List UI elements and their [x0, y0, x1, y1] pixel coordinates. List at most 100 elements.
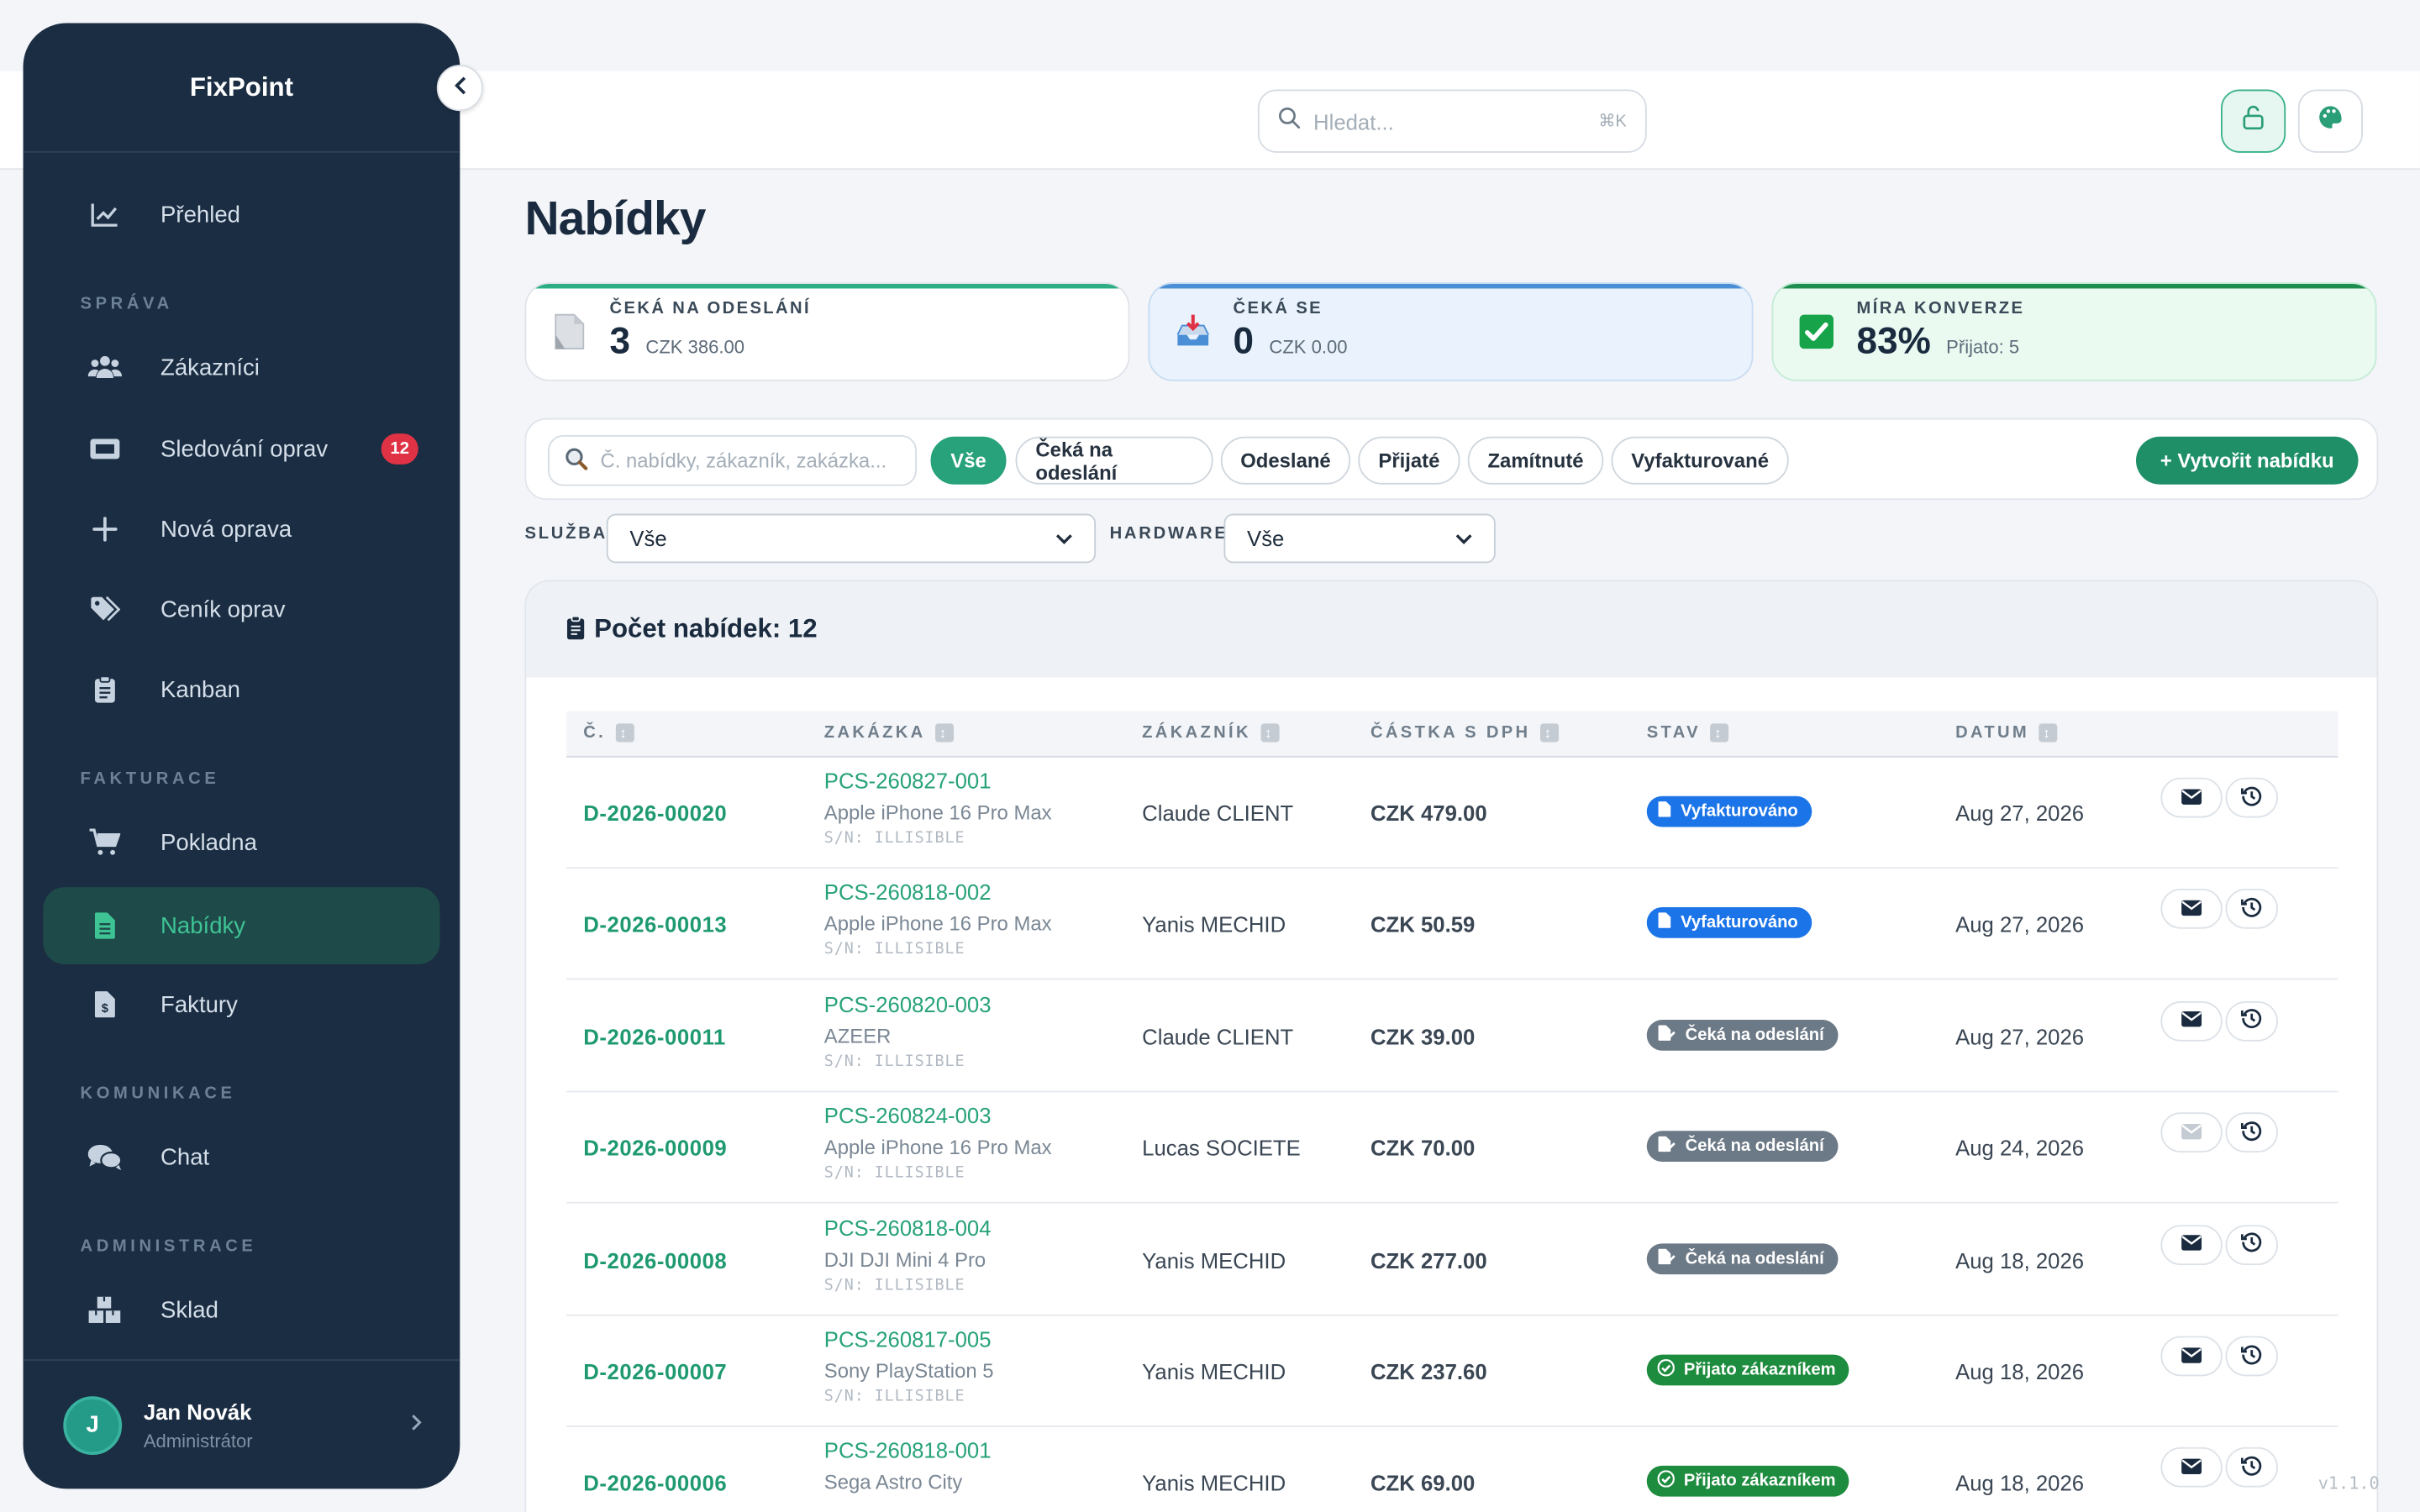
history-button[interactable] [2225, 889, 2278, 930]
job-code-link[interactable]: PCS-260818-004 [824, 1215, 992, 1240]
send-email-button[interactable] [2160, 1336, 2223, 1377]
sidebar-item-label: Chat [160, 1143, 210, 1171]
svg-text:$: $ [102, 1002, 108, 1016]
table-row[interactable]: D-2026-00006 PCS-260818-001 Sega Astro Cit… [566, 1428, 2338, 1512]
send-email-button[interactable] [2160, 1112, 2223, 1153]
quote-search-input[interactable] [600, 449, 916, 473]
quote-number-link[interactable]: D-2026-00009 [583, 1136, 727, 1160]
column-header-number[interactable]: Č. ↕ [583, 723, 634, 743]
sidebar-item-cashier[interactable]: Pokladna [43, 804, 439, 881]
filter-chip-accepted[interactable]: Přijaté [1358, 436, 1460, 485]
job-serial: S/N: ILLISIBLE [823, 830, 965, 848]
job-code-link[interactable]: PCS-260818-001 [824, 1439, 992, 1463]
send-email-button[interactable] [2160, 1447, 2223, 1488]
job-code-link[interactable]: PCS-260818-002 [824, 880, 1052, 905]
history-icon [2240, 1008, 2263, 1034]
job-code-link[interactable]: PCS-260827-001 [824, 769, 1052, 793]
customer-name: Yanis MECHID [1142, 1359, 1286, 1384]
history-button[interactable] [2225, 1447, 2278, 1488]
column-header-amount[interactable]: ČÁSTKA S DPH ↕ [1370, 723, 1559, 743]
sidebar-item-overview[interactable]: Přehled [43, 176, 439, 253]
hardware-filter-label: HARDWARE [1109, 524, 1228, 543]
status-cell: Vyfakturováno [1646, 907, 1812, 939]
column-header-job[interactable]: ZAKÁZKA ↕ [824, 723, 954, 743]
sidebar-item-chat[interactable]: Chat [43, 1119, 439, 1196]
user-info: Jan Novák Administrátor [144, 1399, 253, 1451]
lock-button[interactable] [2221, 89, 2286, 153]
status-label: Přijato zákazníkem [1683, 1472, 1836, 1491]
filter-chip-invoiced[interactable]: Vyfakturované [1611, 436, 1789, 485]
service-select[interactable]: Vše [606, 513, 1097, 564]
status-cell: Čeká na odeslání [1646, 1019, 1839, 1051]
sidebar-item-customers[interactable]: Zákazníci [43, 328, 439, 406]
check-box-icon [1798, 310, 1835, 353]
table-row[interactable]: D-2026-00009 PCS-260824-003 Apple iPhone 1… [566, 1093, 2338, 1204]
history-button[interactable] [2225, 1336, 2278, 1377]
status-badge: Čeká na odeslání [1646, 1019, 1839, 1051]
job-cell: PCS-260827-001 Apple iPhone 16 Pro Max S/N… [824, 769, 1052, 848]
job-code-link[interactable]: PCS-260817-005 [824, 1327, 994, 1352]
boxes-icon [87, 1296, 124, 1324]
hardware-select[interactable]: Vše [1223, 513, 1496, 564]
stat-card-awaiting-send: ČEKÁ NA ODESLÁNÍ 3 CZK 386.00 [524, 282, 1130, 381]
theme-button[interactable] [2297, 89, 2363, 153]
table-row[interactable]: D-2026-00008 PCS-260818-004 DJI DJI Mini 4… [566, 1205, 2338, 1315]
amount: CZK 237.60 [1370, 1359, 1487, 1384]
sort-icon: ↕ [1539, 723, 1559, 743]
history-button[interactable] [2225, 1224, 2278, 1265]
global-search[interactable]: ⌘K [1257, 89, 1647, 153]
table-row[interactable]: D-2026-00007 PCS-260817-005 Sony PlayStati… [566, 1316, 2338, 1427]
quote-number-link[interactable]: D-2026-00008 [583, 1247, 727, 1272]
history-button[interactable] [2225, 1000, 2278, 1042]
column-header-date[interactable]: DATUM ↕ [1955, 723, 2058, 743]
send-email-button[interactable] [2160, 1224, 2223, 1265]
table-row[interactable]: D-2026-00013 PCS-260818-002 Apple iPhone 1… [566, 869, 2338, 981]
sidebar-item-new-repair[interactable]: Nová oprava [43, 491, 439, 568]
sidebar-collapse-button[interactable] [436, 65, 483, 112]
sidebar-item-label: Přehled [160, 201, 240, 228]
customer-name: Yanis MECHID [1142, 912, 1286, 937]
history-button[interactable] [2225, 1112, 2278, 1153]
column-header-customer[interactable]: ZÁKAZNÍK ↕ [1142, 723, 1279, 743]
create-quote-button[interactable]: + Vytvořit nabídku [2135, 436, 2359, 485]
job-code-link[interactable]: PCS-260824-003 [824, 1104, 1052, 1128]
filter-chip-rejected[interactable]: Zamítnuté [1467, 436, 1604, 485]
filter-chip-awaiting[interactable]: Čeká na odeslání [1015, 436, 1213, 485]
send-email-button[interactable] [2160, 889, 2223, 930]
job-code-link[interactable]: PCS-260820-003 [824, 992, 992, 1016]
user-profile[interactable]: J Jan Novák Administrátor [23, 1359, 460, 1488]
sidebar-item-kanban[interactable]: Kanban [43, 651, 439, 728]
ticket-icon [87, 438, 124, 460]
quote-number-link[interactable]: D-2026-00013 [583, 912, 727, 937]
sidebar-item-repair-tracking[interactable]: Sledování oprav 12 [43, 411, 439, 488]
quote-search[interactable] [548, 434, 917, 486]
job-cell: PCS-260820-003 AZEER S/N: ILLISIBLE [824, 992, 992, 1071]
history-button[interactable] [2225, 777, 2278, 818]
quote-number-link[interactable]: D-2026-00011 [583, 1024, 726, 1048]
search-input[interactable] [1313, 108, 1599, 134]
avatar: J [63, 1395, 123, 1455]
app-brand[interactable]: FixPoint [23, 24, 460, 153]
table-row[interactable]: D-2026-00020 PCS-260827-001 Apple iPhone 1… [566, 758, 2338, 869]
envelope-icon [2181, 786, 2202, 810]
quote-number-link[interactable]: D-2026-00006 [583, 1471, 727, 1495]
history-icon [2240, 1231, 2263, 1257]
sidebar-item-invoices[interactable]: $ Faktury [43, 966, 439, 1043]
filter-chip-sent[interactable]: Odeslané [1220, 436, 1351, 485]
amount: CZK 70.00 [1370, 1136, 1476, 1161]
quotes-count: Počet nabídek: 12 [594, 614, 818, 643]
job-serial: S/N: ILLISIBLE [823, 942, 965, 959]
quote-number-link[interactable]: D-2026-00020 [583, 801, 727, 825]
sidebar-item-price-list[interactable]: Ceník oprav [43, 571, 439, 648]
column-header-status[interactable]: STAV ↕ [1647, 723, 1728, 743]
table-row[interactable]: D-2026-00011 PCS-260820-003 AZEER S/N: ILLI… [566, 981, 2338, 1093]
sidebar-item-warehouse[interactable]: Sklad [43, 1271, 439, 1348]
send-email-button[interactable] [2160, 777, 2223, 818]
stat-sub: Přijato: 5 [1946, 336, 2020, 359]
status-badge: Přijato zákazníkem [1646, 1354, 1850, 1386]
sidebar-item-quotes[interactable]: Nabídky [43, 887, 440, 964]
job-device: Apple iPhone 16 Pro Max [823, 801, 1052, 824]
quote-number-link[interactable]: D-2026-00007 [583, 1359, 727, 1383]
send-email-button[interactable] [2160, 1000, 2223, 1042]
filter-chip-all[interactable]: Vše [930, 436, 1007, 485]
